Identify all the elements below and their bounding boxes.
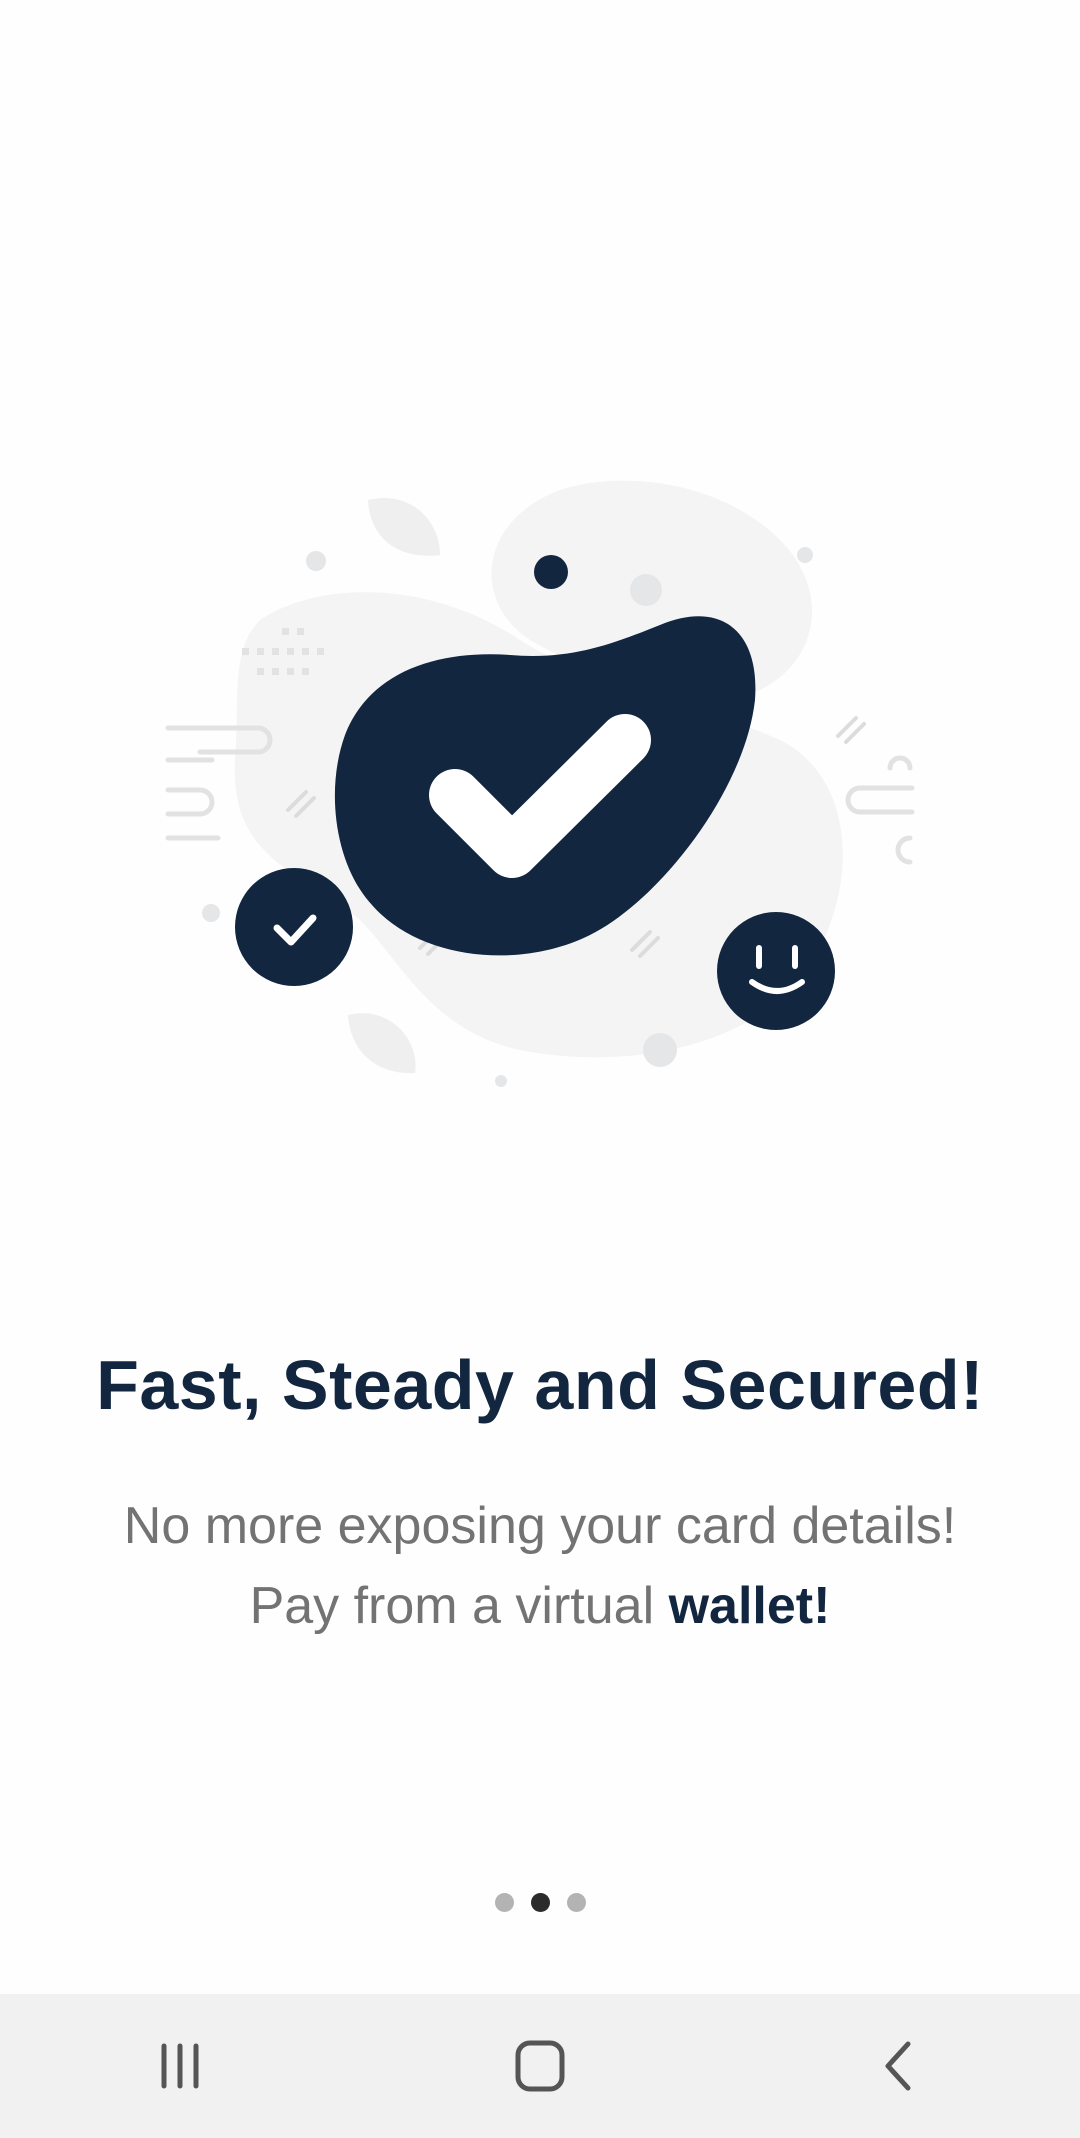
home-button[interactable]: [480, 2006, 600, 2126]
decor-dot: [797, 547, 813, 563]
small-check-badge-icon: [235, 868, 353, 986]
subtitle-line-1: No more exposing your card details!: [123, 1497, 957, 1555]
onboarding-title: Fast, Steady and Secured!: [96, 1346, 984, 1424]
home-icon: [515, 2040, 565, 2092]
page-dot-2-active[interactable]: [530, 1893, 550, 1912]
line-decoration-right: [845, 755, 915, 865]
subtitle-line-2-prefix: Pay from a virtual: [249, 1577, 669, 1635]
subtitle-line-2: Pay from a virtual wallet!: [0, 1566, 1080, 1646]
navy-dot: [534, 555, 568, 589]
decor-dot: [630, 574, 662, 606]
recent-apps-icon: [161, 2043, 199, 2089]
page-dot-1[interactable]: [494, 1893, 514, 1912]
decor-dot: [495, 1075, 507, 1087]
subtitle-highlight: wallet!: [668, 1577, 831, 1635]
decor-dot: [306, 551, 326, 571]
page-indicator: [0, 1893, 1080, 1912]
back-button[interactable]: [840, 2006, 960, 2126]
decor-dot: [643, 1033, 677, 1067]
onboarding-subtitle: No more exposing your card details! Pay …: [0, 1486, 1080, 1646]
smiley-badge-icon: [717, 912, 835, 1030]
back-icon: [885, 2041, 911, 2091]
leaf-decoration: [368, 498, 440, 556]
security-illustration: [165, 480, 915, 1087]
decor-dot: [202, 904, 220, 922]
recent-apps-button[interactable]: [120, 2006, 240, 2126]
page-dot-3[interactable]: [566, 1893, 586, 1912]
leaf-decoration: [348, 1013, 416, 1074]
onboarding-screen: Fast, Steady and Secured! No more exposi…: [0, 0, 1080, 2138]
system-navigation-bar: [0, 1994, 1080, 2138]
